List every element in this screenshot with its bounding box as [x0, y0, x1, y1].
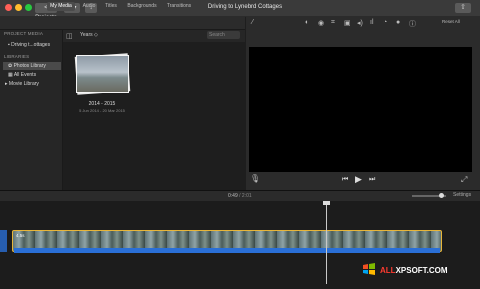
sidebar-item-label: Driving t...ottages	[11, 42, 51, 48]
zoom-slider-knob[interactable]	[438, 193, 444, 198]
tab-backgrounds[interactable]: Backgrounds	[126, 2, 158, 11]
timecode: 0:49 / 2:01	[228, 193, 252, 199]
watermark-text: ALLXPSOFT.COM	[380, 266, 448, 275]
magic-wand-icon[interactable]: ⁄	[252, 19, 253, 26]
current-time: 0:49	[228, 193, 238, 199]
sidebar-item-label: Photos Library	[13, 63, 46, 69]
sidebar-item-label: All Events	[13, 72, 37, 78]
years-filter-select[interactable]: Years ◇	[80, 32, 98, 38]
media-tabbar	[0, 16, 245, 30]
clip-left-edge	[0, 230, 7, 252]
tab-my-media[interactable]: My Media	[47, 2, 75, 11]
skip-forward-icon[interactable]: ⏭	[369, 176, 375, 184]
minimize-window-button[interactable]	[15, 4, 22, 11]
microphone-icon[interactable]: 🎙	[250, 174, 260, 183]
stabilization-icon[interactable]: ▣	[344, 19, 351, 27]
tab-transitions[interactable]: Transitions	[164, 2, 194, 11]
tab-titles[interactable]: Titles	[101, 2, 121, 11]
noise-reduction-icon[interactable]: ıl	[370, 19, 374, 26]
sidebar-item-label: Movie Library	[8, 81, 39, 87]
windows-logo	[363, 263, 375, 275]
color-balance-icon[interactable]: ◐	[305, 19, 309, 26]
reset-all-button[interactable]: Reset All	[442, 19, 460, 24]
fullscreen-icon[interactable]: ⤢	[461, 175, 467, 185]
play-icon[interactable]: ▶	[355, 174, 362, 185]
timeline-settings-button[interactable]: Settings	[453, 192, 471, 198]
color-correction-icon[interactable]: ◉	[318, 19, 324, 27]
playhead[interactable]	[326, 201, 327, 284]
clip-audio-waveform[interactable]	[14, 248, 440, 253]
close-window-button[interactable]	[5, 4, 12, 11]
watermark-white: XPSOFT.COM	[395, 266, 448, 275]
search-input[interactable]: Search	[207, 31, 240, 39]
volume-icon[interactable]: ◂)	[357, 19, 363, 27]
playhead-handle[interactable]	[323, 201, 330, 205]
sidebar-item-movie-library[interactable]: ▸ Movie Library	[5, 80, 39, 88]
share-button[interactable]: ⇧	[455, 3, 471, 13]
sidebar-item-all-events[interactable]: ▦ All Events	[8, 71, 36, 79]
project-media-heading: PROJECT MEDIA	[4, 31, 44, 36]
clip-duration-label: 4.5s	[16, 233, 25, 238]
total-time: / 2:01	[237, 193, 252, 199]
libraries-heading: LIBRARIES	[4, 54, 30, 59]
album-dates: 5 Jun 2014 - 20 Mar 2015	[79, 108, 125, 113]
sidebar-item-photos-library[interactable]: ✿ Photos Library	[3, 62, 61, 70]
video-viewer[interactable]	[249, 47, 472, 172]
info-icon[interactable]: ⓘ	[409, 19, 416, 29]
filter-icon[interactable]: ●	[396, 19, 400, 26]
tab-audio[interactable]: Audio	[80, 2, 98, 11]
watermark-red: ALL	[380, 266, 396, 275]
sidebar-item-project[interactable]: ▪ Driving t...ottages	[8, 41, 62, 49]
skip-back-icon[interactable]: ⏮	[342, 176, 348, 184]
window-title: Driving to Lynebrd Cottages	[207, 4, 283, 10]
maximize-window-button[interactable]	[25, 4, 32, 11]
album-thumbnail[interactable]	[76, 55, 129, 93]
crop-icon[interactable]: ⌗	[331, 19, 335, 27]
album-title: 2014 - 2015	[88, 101, 116, 107]
sidebar-toggle-icon[interactable]: ◫	[66, 32, 73, 40]
speed-icon[interactable]: ◔	[383, 19, 387, 26]
